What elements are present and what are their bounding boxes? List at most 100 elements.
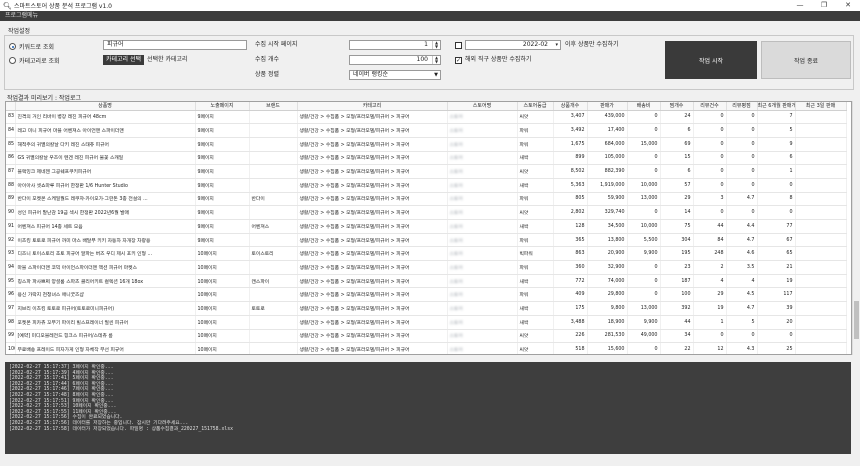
- table-cell: 39: [757, 301, 796, 316]
- table-cell: [249, 287, 298, 303]
- table-cell: 392: [660, 301, 694, 316]
- table-row[interactable]: 100무료배송 프레이드 피자가게 인형 자체작 무선 피규어10페이지 생활/건…: [6, 342, 847, 354]
- column-header[interactable]: 노출페이지: [195, 102, 250, 111]
- table-cell: 439,000: [587, 110, 628, 125]
- table-cell: 9,900: [627, 315, 661, 330]
- start-task-button[interactable]: 작업 시작: [665, 41, 757, 79]
- column-header[interactable]: 상품명: [15, 102, 196, 111]
- table-cell: 8,502: [553, 164, 588, 179]
- column-header[interactable]: [6, 102, 16, 111]
- table-cell: 20: [757, 315, 796, 330]
- table-cell: 3,407: [553, 110, 588, 125]
- table-cell: 스토어: [447, 233, 518, 248]
- table-row[interactable]: 89 반다이 포켓몬 스케일월드 레쿠쟈·카이오가·그란돈 3종 전설의 ... 9…: [6, 192, 847, 207]
- scrollbar-thumb[interactable]: [854, 301, 859, 339]
- table-cell: 3,488: [553, 315, 588, 330]
- table-row[interactable]: 99 [예약] 미디오블레전드 힝크스 피규어/스테츄 룸 10페이지 생활/건강 >…: [6, 329, 847, 344]
- table-cell: 0: [627, 287, 661, 303]
- table-cell: 새싹: [517, 151, 554, 166]
- column-header[interactable]: 스토어등급: [517, 102, 554, 111]
- table-cell: 생활/건강 > 수집품 > 모형/프라모델/피규어 > 피규어: [297, 137, 448, 152]
- keyword-input[interactable]: 피규어: [103, 40, 247, 50]
- table-cell: 117: [757, 287, 796, 303]
- table-cell: 스토어: [447, 110, 518, 125]
- table-cell: 5: [726, 315, 758, 330]
- column-header[interactable]: 리뷰평점: [726, 102, 758, 111]
- column-header[interactable]: 찜개수: [660, 102, 694, 111]
- table-row[interactable]: 97 지브리 이츠킹 토토로 피규어(토토로미니피규어) 10페이지 토토로 생활/건강…: [6, 301, 847, 316]
- table-horizontal-scrollbar[interactable]: [5, 355, 852, 361]
- results-table[interactable]: 상품명 노출페이지 브랜드 카테고리 스토어명 스토어등급 상품개수 판매가 배송비 찜개수 리뷰건…: [5, 101, 852, 355]
- table-cell: 토이스토리: [249, 246, 298, 262]
- column-header[interactable]: 최근 6개월 판매개수: [757, 102, 796, 111]
- table-cell: 디즈니 토이스토리 초토 피규어 알파는 버즈 우디 제시 포키 인형 ...: [15, 246, 196, 262]
- column-header[interactable]: 브랜드: [249, 102, 298, 111]
- table-row[interactable]: 93 디즈니 토이스토리 초토 피규어 알파는 버즈 우디 제시 포키 인형 ..…: [6, 246, 847, 262]
- category-radio[interactable]: 카테고리로 조회: [9, 56, 60, 65]
- sort-select[interactable]: 네이버 랭킹순 ▼: [349, 70, 441, 80]
- table-row[interactable]: 86 GS 귀멸의칼날 우즈이 텐겐 레진 피규어 불꽃 스캐일 9페이지 생활/건강…: [6, 151, 847, 166]
- keyword-radio[interactable]: 키워드로 조회: [9, 42, 54, 51]
- table-row[interactable]: 98 포켓몬 피카츄 꼬부기 파이리 빌스프레이너 필씬 피규어 10페이지 생활/건…: [6, 315, 847, 330]
- table-cell: 34,500: [587, 219, 628, 234]
- table-cell: 생활/건강 > 수집품 > 모형/프라모델/피규어 > 피규어: [297, 233, 448, 248]
- table-cell: 스토어: [447, 260, 518, 275]
- spin-arrows-icon[interactable]: ▲ ▼: [432, 41, 440, 49]
- table-cell: 빅파워: [517, 246, 554, 262]
- start-page-stepper[interactable]: 1 ▲ ▼: [349, 40, 441, 50]
- table-cell: 13,000: [627, 301, 661, 316]
- table-row[interactable]: 90 성인 피규어 말난감 19금 섹시 한정판 2022년6월 발매 9페이지 생활…: [6, 205, 847, 220]
- table-row[interactable]: 84 레고 미니 피규어 마블 어벤져스 아이언맨 스파이더맨 9페이지 생활/건강 …: [6, 123, 847, 138]
- column-header[interactable]: 판매가: [587, 102, 628, 111]
- table-cell: 9: [757, 137, 796, 152]
- date-filter-checkbox[interactable]: [455, 42, 462, 49]
- count-stepper[interactable]: 100 ▲ ▼: [349, 55, 441, 65]
- overseas-checkbox[interactable]: ✓: [455, 57, 462, 64]
- table-cell: [795, 219, 847, 234]
- column-header[interactable]: 리뷰건수: [693, 102, 727, 111]
- table-row[interactable]: 91 어벤져스 피규어 14종 세트 모음 9페이지 어벤져스 생활/건강 > 수집품 …: [6, 219, 847, 234]
- table-cell: 새싹: [517, 219, 554, 234]
- table-row[interactable]: 96 용신 가락지 천청녀스 애니굿즈샵 10페이지 생활/건강 > 수집품 > 모형…: [6, 287, 847, 303]
- end-task-button[interactable]: 작업 종료: [761, 41, 851, 79]
- table-cell: 생활/건강 > 수집품 > 모형/프라모델/피규어 > 피규어: [297, 342, 448, 354]
- table-cell: 생활/건강 > 수집품 > 모형/프라모델/피규어 > 피규어: [297, 329, 448, 344]
- table-row[interactable]: 94 마블 스파이더맨 코믹 아이언스파이더맨 액션 피규어 마켓스 10페이지 생활…: [6, 260, 847, 275]
- table-row[interactable]: 83 진격의 거인 리바이 병장 레진 피규어 48cm 9페이지 생활/건강 > 수…: [6, 110, 847, 125]
- table-cell: 블랙잉크 제네젠 그공쉐프쿠키피규어: [15, 164, 196, 179]
- date-picker[interactable]: 2022-02 ▾: [465, 40, 561, 50]
- table-cell: [795, 178, 847, 193]
- table-cell: 용신 가락지 천청녀스 애니굿즈샵: [15, 287, 196, 303]
- program-menu[interactable]: 프로그램메뉴: [0, 11, 860, 21]
- table-cell: 34: [660, 329, 694, 344]
- column-header[interactable]: 최근 3일 판매: [795, 102, 847, 111]
- column-header[interactable]: 스토어명: [447, 102, 518, 111]
- table-row[interactable]: 88 아이아사 셋쇼마루 피규어 한정판 1/6 Hunter Studio 9페이…: [6, 178, 847, 193]
- table-cell: 9페이지: [195, 151, 250, 166]
- table-vertical-scrollbar[interactable]: [852, 101, 860, 355]
- column-header[interactable]: 배송비: [627, 102, 661, 111]
- table-cell: 5,500: [627, 233, 661, 248]
- table-row[interactable]: 87 블랙잉크 제네젠 그공쉐프쿠키피규어 9페이지 생활/건강 > 수집품 > 모형…: [6, 164, 847, 179]
- table-row[interactable]: 85 해적주의 귀멸의칼날 다키 레진 스태츄 피규어 9페이지 생활/건강 > 수집…: [6, 137, 847, 152]
- table-row[interactable]: 95 칭스파 파사쁘쩌 양셜롬 스파츠 클리어키트 컬렉션 16개 18ox 10페…: [6, 274, 847, 289]
- table-cell: 195: [660, 246, 694, 262]
- close-button[interactable]: ✕: [836, 0, 860, 11]
- table-cell: 0: [627, 123, 661, 138]
- spin-arrows-icon[interactable]: ▲ ▼: [432, 56, 440, 64]
- table-cell: 69: [660, 137, 694, 152]
- category-select-button[interactable]: 카테고리 선택: [103, 55, 145, 65]
- table-cell: 0: [693, 178, 727, 193]
- table-row[interactable]: 92 이츠킹 토토로 피규어 까미 마스 배달부 키키 자동차 자개장 차량용 9페…: [6, 233, 847, 248]
- column-header[interactable]: 카테고리: [297, 102, 448, 111]
- table-cell: 86: [6, 151, 16, 166]
- column-header[interactable]: 상품개수: [553, 102, 588, 111]
- table-cell: 1,919,000: [587, 178, 628, 193]
- table-cell: 863: [553, 246, 588, 262]
- table-cell: 9,800: [587, 301, 628, 316]
- maximize-button[interactable]: ❐: [812, 0, 836, 11]
- minimize-button[interactable]: —: [788, 0, 812, 11]
- table-cell: [249, 137, 298, 152]
- table-cell: 99: [6, 329, 16, 344]
- table-cell: [795, 287, 847, 303]
